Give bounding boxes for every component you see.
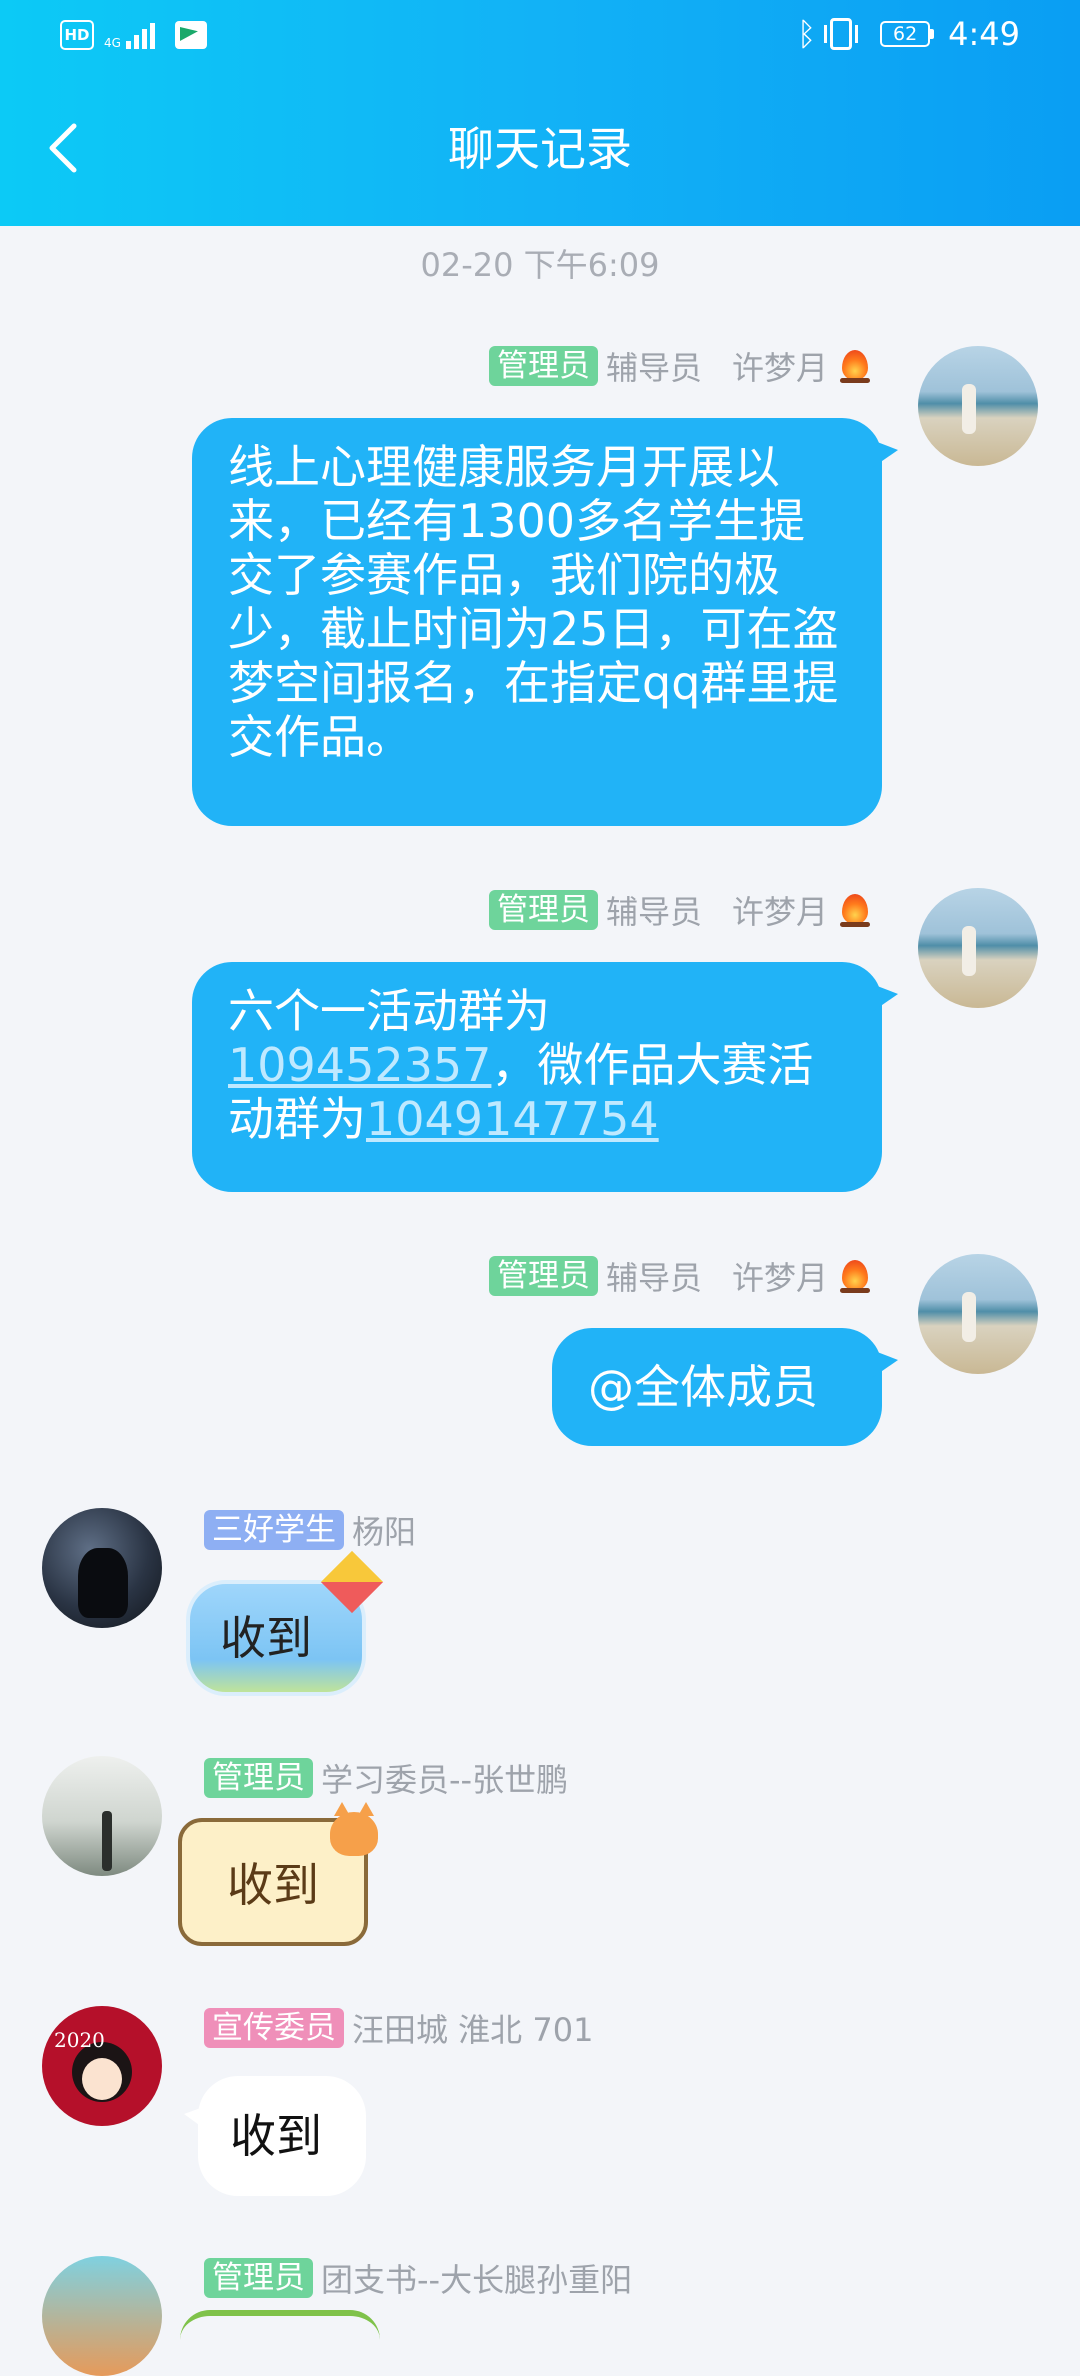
admin-badge: 管理员 xyxy=(488,1256,598,1296)
avatar[interactable] xyxy=(42,2256,162,2376)
sender-name: 许梦月 xyxy=(731,1259,828,1297)
fire-icon xyxy=(836,1256,874,1296)
hd-indicator: HD xyxy=(60,20,94,50)
message-text: 收到 xyxy=(220,1611,312,1665)
fire-icon xyxy=(836,346,874,386)
title-bar: HD 4G ᛒ 62 4:49 聊天记录 xyxy=(0,0,1080,226)
message-timestamp: 02-20 下午6:09 xyxy=(420,246,660,284)
admin-badge: 管理员 xyxy=(204,2258,313,2298)
message-text: 线上心理健康服务月开展以来，已经有1300多名学生提交了参赛作品，我们院的极少，… xyxy=(228,440,839,764)
sender-role: 辅导员 xyxy=(605,349,702,387)
message-text: 收到 xyxy=(230,2109,322,2163)
avatar[interactable] xyxy=(918,1254,1038,1374)
member-title-badge: 宣传委员 xyxy=(204,2008,344,2048)
battery-level: 62 xyxy=(880,21,931,47)
avatar[interactable] xyxy=(42,1756,162,1876)
sticker-message[interactable] xyxy=(180,2310,380,2356)
app-notification-icon xyxy=(174,21,207,49)
sender-name: 团支书--大长腿孙重阳 xyxy=(321,2261,633,2299)
message-bubble[interactable]: 六个一活动群为 109452357，微作品大赛活动群为1049147754 xyxy=(192,962,898,1192)
avatar[interactable]: 2020 xyxy=(42,2006,162,2126)
sender-name: 学习委员--张世鹏 xyxy=(321,1761,569,1799)
sender-info: 三好学生 杨阳 xyxy=(204,1508,416,1552)
fire-icon xyxy=(836,890,874,930)
sender-name: 杨阳 xyxy=(352,1513,417,1551)
avatar[interactable] xyxy=(918,346,1038,466)
avatar[interactable] xyxy=(918,888,1038,1008)
sender-role: 辅导员 xyxy=(605,893,702,931)
sender-info: 管理员 辅导员 许梦月 xyxy=(488,1254,874,1298)
cat-icon xyxy=(330,1802,378,1856)
battery-icon: 62 xyxy=(880,21,935,47)
network-type: 4G xyxy=(104,36,121,50)
message-text: 六个一活动群为 xyxy=(228,984,550,1038)
sender-info: 管理员 团支书--大长腿孙重阳 xyxy=(204,2256,632,2300)
group-number-link[interactable]: 1049147754 xyxy=(366,1092,659,1146)
message-bubble[interactable]: 线上心理健康服务月开展以来，已经有1300多名学生提交了参赛作品，我们院的极少，… xyxy=(192,418,898,826)
group-number-link[interactable]: 109452357 xyxy=(228,1038,491,1092)
admin-badge: 管理员 xyxy=(204,1758,313,1798)
sender-name: 汪田城 淮北 701 xyxy=(352,2011,594,2049)
sender-name: 许梦月 xyxy=(731,349,828,387)
member-title-badge: 三好学生 xyxy=(204,1510,344,1550)
admin-badge: 管理员 xyxy=(488,890,598,930)
sticker-text: 收到 xyxy=(227,1858,319,1912)
vibrate-icon xyxy=(824,18,859,50)
signal-icon: 4G xyxy=(104,21,155,49)
avatar[interactable] xyxy=(42,1508,162,1628)
sender-role: 辅导员 xyxy=(605,1259,702,1297)
sender-info: 宣传委员 汪田城 淮北 701 xyxy=(204,2006,593,2050)
avatar-text: 2020 xyxy=(54,2028,105,2052)
message-text: @全体成员 xyxy=(588,1360,818,1414)
sender-info: 管理员 辅导员 许梦月 xyxy=(488,344,874,388)
message-bubble[interactable]: 收到 xyxy=(184,2076,366,2196)
status-bar: HD 4G ᛒ 62 4:49 xyxy=(0,0,1080,74)
clock: 4:49 xyxy=(948,15,1020,53)
sender-info: 管理员 辅导员 许梦月 xyxy=(488,888,874,932)
message-bubble[interactable]: @全体成员 xyxy=(552,1328,898,1446)
sender-name: 许梦月 xyxy=(731,893,828,931)
admin-badge: 管理员 xyxy=(488,346,598,386)
bluetooth-icon: ᛒ xyxy=(796,15,817,53)
sender-info: 管理员 学习委员--张世鹏 xyxy=(204,1756,568,1800)
page-title: 聊天记录 xyxy=(448,122,632,176)
